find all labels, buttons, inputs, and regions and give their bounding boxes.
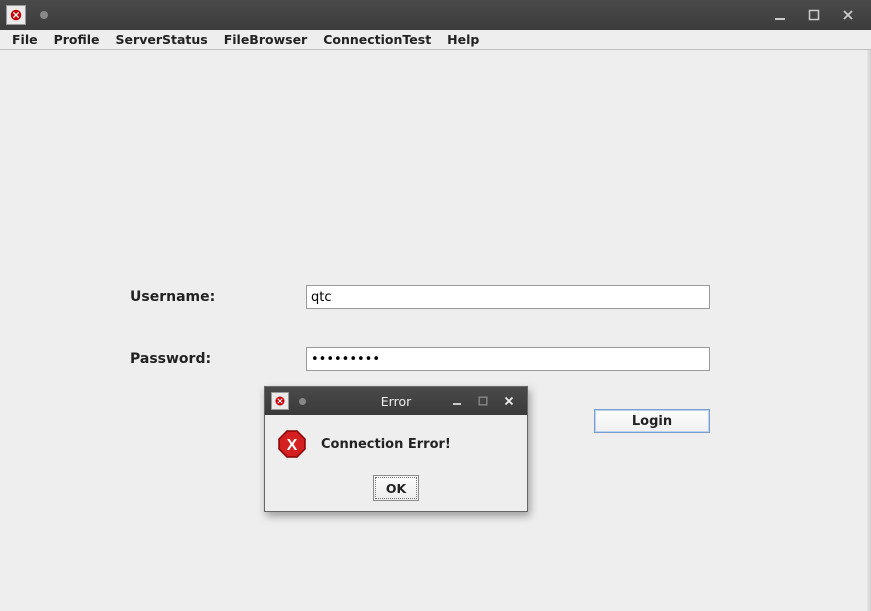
window-titlebar bbox=[0, 0, 871, 30]
dialog-app-icon bbox=[271, 392, 289, 410]
menu-profile[interactable]: Profile bbox=[46, 31, 108, 48]
password-label: Password: bbox=[130, 351, 306, 367]
dialog-maximize-button[interactable] bbox=[471, 391, 495, 411]
error-dialog: Error X Connection Error! OK bbox=[264, 386, 528, 512]
minimize-button[interactable] bbox=[763, 3, 797, 27]
svg-text:X: X bbox=[287, 437, 298, 454]
dialog-title: Error bbox=[381, 394, 411, 409]
ok-button[interactable]: OK bbox=[373, 475, 419, 501]
login-button[interactable]: Login bbox=[594, 409, 710, 433]
app-icon bbox=[6, 5, 26, 25]
password-input[interactable] bbox=[306, 347, 710, 371]
dialog-close-button[interactable] bbox=[497, 391, 521, 411]
close-button[interactable] bbox=[831, 3, 865, 27]
dialog-message: Connection Error! bbox=[321, 437, 451, 452]
title-modified-dot-icon bbox=[40, 11, 48, 19]
menu-file[interactable]: File bbox=[4, 31, 46, 48]
menu-filebrowser[interactable]: FileBrowser bbox=[216, 31, 316, 48]
menu-help[interactable]: Help bbox=[439, 31, 487, 48]
menu-connectiontest[interactable]: ConnectionTest bbox=[315, 31, 439, 48]
username-input[interactable] bbox=[306, 285, 710, 309]
menu-serverstatus[interactable]: ServerStatus bbox=[108, 31, 216, 48]
error-icon: X bbox=[277, 429, 307, 459]
username-label: Username: bbox=[130, 289, 306, 305]
dialog-titlebar[interactable]: Error bbox=[265, 387, 527, 415]
dialog-modified-dot-icon bbox=[299, 398, 306, 405]
menubar: File Profile ServerStatus FileBrowser Co… bbox=[0, 30, 871, 50]
client-area: Username: Password: Login bbox=[0, 50, 871, 611]
dialog-minimize-button[interactable] bbox=[445, 391, 469, 411]
scrollbar-gutter[interactable] bbox=[867, 50, 871, 611]
maximize-button[interactable] bbox=[797, 3, 831, 27]
